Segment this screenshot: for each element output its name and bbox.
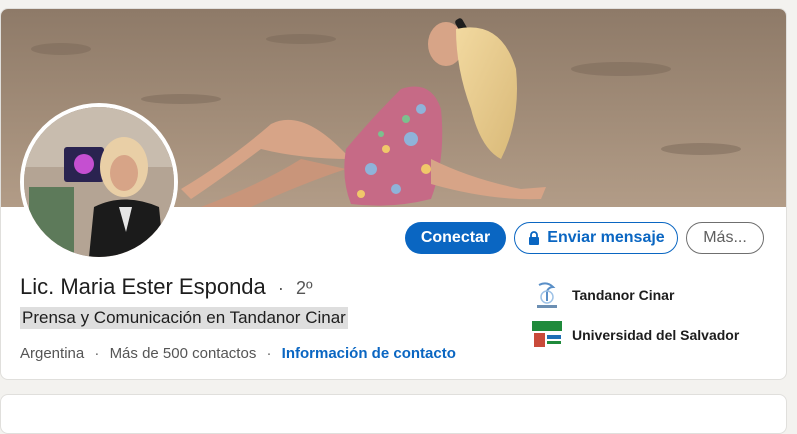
org-item-usal[interactable]: Universidad del Salvador (531, 319, 739, 351)
contact-info-link[interactable]: Información de contacto (282, 345, 456, 362)
org-name: Universidad del Salvador (572, 327, 740, 343)
next-section-card (0, 394, 787, 434)
more-button[interactable]: Más... (686, 222, 764, 254)
lock-icon (529, 231, 540, 245)
connection-degree: 2º (296, 278, 313, 298)
org-item-tandanor[interactable]: Tandanor Cinar (531, 279, 674, 311)
connections-count: Más de 500 contactos (109, 345, 257, 362)
org-name: Tandanor Cinar (572, 287, 675, 303)
profile-name-row: Lic. Maria Ester Esponda · 2º (20, 274, 313, 300)
send-message-button[interactable]: Enviar mensaje (514, 222, 678, 254)
profile-headline: Prensa y Comunicación en Tandanor Cinar (20, 307, 348, 329)
usal-logo-icon (531, 319, 563, 351)
name-separator: · (277, 278, 284, 298)
tandanor-logo-icon (531, 279, 563, 311)
profile-meta: Argentina · Más de 500 contactos · Infor… (20, 345, 456, 362)
connect-button[interactable]: Conectar (405, 222, 506, 254)
send-message-label: Enviar mensaje (547, 229, 665, 246)
meta-separator: · (266, 345, 272, 362)
profile-card: Conectar Enviar mensaje Más... Lic. Mari… (0, 8, 787, 380)
meta-separator: · (94, 345, 100, 362)
profile-location: Argentina (20, 345, 85, 362)
profile-actions: Conectar Enviar mensaje Más... (1, 222, 786, 256)
profile-name: Lic. Maria Ester Esponda (20, 274, 266, 299)
